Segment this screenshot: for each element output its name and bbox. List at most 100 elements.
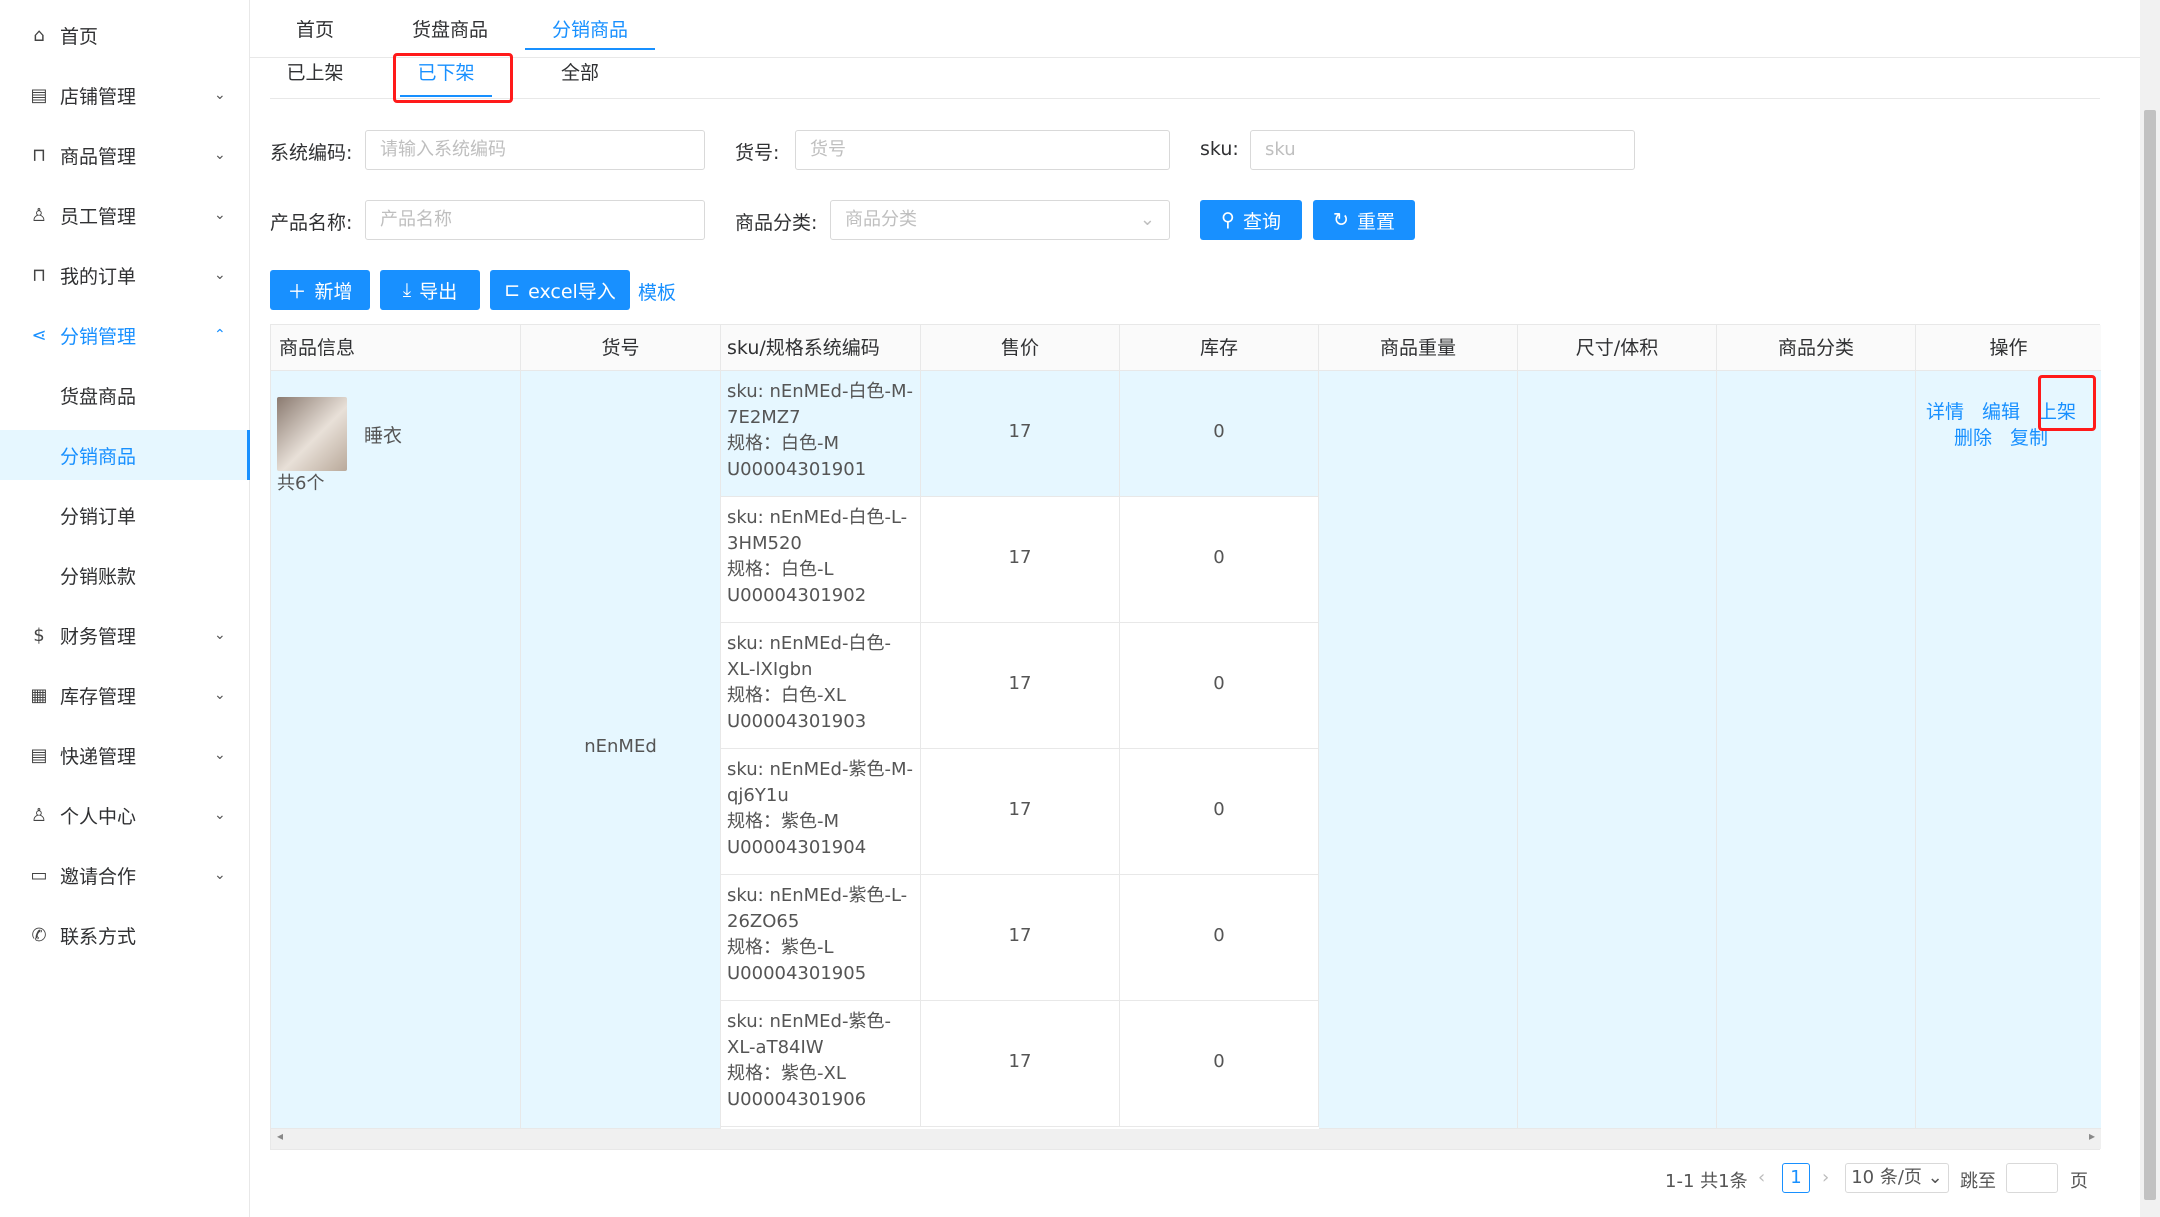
tab-home[interactable]: 首页 <box>280 10 350 50</box>
sidebar-item-finance[interactable]: $ 财务管理 ⌄ <box>0 610 250 660</box>
scrollbar-thumb[interactable] <box>2144 110 2156 1200</box>
sku-code: sku: nEnMEd-紫色-L-26ZO65 <box>727 885 908 932</box>
sidebar-item-distribution-orders[interactable]: 分销订单 <box>0 490 250 540</box>
prev-page-icon[interactable]: ‹ <box>1758 1167 1765 1188</box>
stock-value: 0 <box>1213 547 1225 568</box>
product-name-input[interactable]: 产品名称 <box>365 200 705 240</box>
template-link[interactable]: 模板 <box>638 278 676 305</box>
phone-icon: ✆ <box>31 924 47 946</box>
stock-value: 0 <box>1213 421 1225 442</box>
chevron-down-icon: ⌄ <box>214 627 226 643</box>
category-select[interactable]: 商品分类 ⌄ <box>830 200 1170 240</box>
sidebar-item-distribution-goods[interactable]: 分销商品 <box>0 430 250 480</box>
sidebar: ⌂ 首页 ▤ 店铺管理 ⌄ ⊓ 商品管理 ⌄ ♙ 员工管理 ⌄ ⊓ 我的订单 ⌄ ⋖ 分销管理 ⌃ 货… <box>0 0 250 1217</box>
variant-count: 共6个 <box>277 473 325 494</box>
product-thumbnail[interactable] <box>277 397 347 471</box>
laptop-icon: ▭ <box>30 864 48 886</box>
sku-spec: 规格：白色-L <box>727 559 834 580</box>
sidebar-item-inventory[interactable]: ▦ 库存管理 ⌄ <box>0 670 250 720</box>
sku-code: sku: nEnMEd-白色-L-3HM520 <box>727 507 908 554</box>
sku-system-code: U00004301905 <box>727 963 867 984</box>
sku-text: sku: nEnMEd-紫色-XL-aT84IW 规格：紫色-XL U00004… <box>727 1009 917 1113</box>
sidebar-item-orders[interactable]: ⊓ 我的订单 ⌄ <box>0 250 250 300</box>
reset-button[interactable]: ↻ 重置 <box>1313 200 1415 240</box>
system-code-label: 系统编码: <box>270 142 353 164</box>
sku-spec: 规格：紫色-L <box>727 937 834 958</box>
export-button[interactable]: ⤓ 导出 <box>380 270 480 310</box>
jump-input[interactable] <box>2006 1163 2058 1193</box>
jump-label: 跳至 <box>1960 1171 1996 1192</box>
subtab-listed[interactable]: 已上架 <box>280 57 350 97</box>
sidebar-item-contact[interactable]: ✆ 联系方式 <box>0 910 250 960</box>
sidebar-item-invite[interactable]: ▭ 邀请合作 ⌄ <box>0 850 250 900</box>
tab-distribution-goods[interactable]: 分销商品 <box>525 10 655 50</box>
sku-cell: sku: nEnMEd-白色-XL-lXIgbn 规格：白色-XL U00004… <box>721 623 921 749</box>
chevron-down-icon: ⌄ <box>1921 1167 1943 1188</box>
sku-input[interactable]: sku <box>1250 130 1635 170</box>
stock-cell: 0 <box>1120 371 1319 497</box>
sku-spec: 规格：紫色-XL <box>727 1063 846 1084</box>
vertical-scrollbar[interactable] <box>2140 0 2160 1217</box>
list-icon: ▤ <box>30 744 48 766</box>
col-category: 商品分类 <box>1717 325 1916 371</box>
ops-cell: 详情 编辑 上架 删除 复制 <box>1916 371 2101 1129</box>
col-product-info: 商品信息 <box>271 325 521 371</box>
sku-text: sku: nEnMEd-白色-XL-lXIgbn 规格：白色-XL U00004… <box>727 631 917 735</box>
add-button[interactable]: ＋新增 <box>270 270 370 310</box>
stock-value: 0 <box>1213 925 1225 946</box>
chevron-up-icon: ⌃ <box>214 327 226 343</box>
sku-cell: sku: nEnMEd-紫色-M-qj6Y1u 规格：紫色-M U0000430… <box>721 749 921 875</box>
stock-cell: 0 <box>1120 749 1319 875</box>
sku-system-code: U00004301903 <box>727 711 867 732</box>
price-value: 17 <box>1008 547 1032 568</box>
sku-code: sku: nEnMEd-紫色-M-qj6Y1u <box>727 759 913 806</box>
sku-code: sku: nEnMEd-白色-M-7E2MZ7 <box>727 381 913 428</box>
next-page-icon[interactable]: › <box>1822 1167 1829 1188</box>
chevron-down-icon: ⌄ <box>1139 209 1155 230</box>
sidebar-item-distribution-bills[interactable]: 分销账款 <box>0 550 250 600</box>
col-sku: sku/规格系统编码 <box>721 325 921 371</box>
sku-text: sku: nEnMEd-白色-M-7E2MZ7 规格：白色-M U0000430… <box>727 379 917 483</box>
query-button[interactable]: ⚲ 查询 <box>1200 200 1302 240</box>
price-cell: 17 <box>921 749 1120 875</box>
sidebar-item-shop[interactable]: ▤ 店铺管理 ⌄ <box>0 70 250 120</box>
product-name-label: 产品名称: <box>270 212 353 234</box>
item-no-input[interactable]: 货号 <box>795 130 1170 170</box>
sku-code: sku: nEnMEd-白色-XL-lXIgbn <box>727 633 891 680</box>
system-code-input[interactable]: 请输入系统编码 <box>365 130 705 170</box>
chevron-down-icon: ⌄ <box>214 867 226 883</box>
chevron-down-icon: ⌄ <box>214 207 226 223</box>
download-icon: ⤓ <box>402 279 412 301</box>
horizontal-scrollbar[interactable]: ◂ ▸ <box>271 1129 2101 1149</box>
sidebar-item-profile[interactable]: ♙ 个人中心 ⌄ <box>0 790 250 840</box>
plus-icon: ＋ <box>287 280 307 303</box>
size-cell <box>1518 371 1717 1129</box>
sidebar-item-pallet-goods[interactable]: 货盘商品 <box>0 370 250 420</box>
weight-cell <box>1319 371 1518 1129</box>
category-cell <box>1717 371 1916 1129</box>
sidebar-item-staff[interactable]: ♙ 员工管理 ⌄ <box>0 190 250 240</box>
scroll-right-icon: ▸ <box>2088 1129 2095 1143</box>
sku-spec: 规格：紫色-M <box>727 811 840 832</box>
page-1[interactable]: 1 <box>1782 1163 1810 1193</box>
sidebar-item-distribution[interactable]: ⋖ 分销管理 ⌃ <box>0 310 250 360</box>
delete-link[interactable]: 删除 <box>1954 423 1992 450</box>
detail-link[interactable]: 详情 <box>1926 397 1964 424</box>
table-header: 商品信息 货号 sku/规格系统编码 售价 库存 商品重量 尺寸/体积 商品分类… <box>271 325 2101 371</box>
sidebar-item-goods[interactable]: ⊓ 商品管理 ⌄ <box>0 130 250 180</box>
sku-system-code: U00004301902 <box>727 585 867 606</box>
tab-pallet-goods[interactable]: 货盘商品 <box>400 10 500 50</box>
sidebar-item-express[interactable]: ▤ 快递管理 ⌄ <box>0 730 250 780</box>
sku-spec: 规格：白色-XL <box>727 685 846 706</box>
pagination-summary: 1-1 共1条 <box>1665 1171 1748 1192</box>
bag-icon: ⊓ <box>31 144 47 166</box>
share-icon: ⋖ <box>31 324 47 346</box>
subtab-all[interactable]: 全部 <box>545 57 615 97</box>
sku-system-code: U00004301906 <box>727 1089 867 1110</box>
sidebar-item-home[interactable]: ⌂ 首页 <box>0 10 250 60</box>
excel-import-button[interactable]: ⊏ excel导入 <box>490 270 630 310</box>
item-no-label: 货号: <box>735 142 780 164</box>
price-value: 17 <box>1008 421 1032 442</box>
page-size-select[interactable]: 10 条/页 ⌄ <box>1845 1163 1949 1193</box>
edit-link[interactable]: 编辑 <box>1982 397 2020 424</box>
